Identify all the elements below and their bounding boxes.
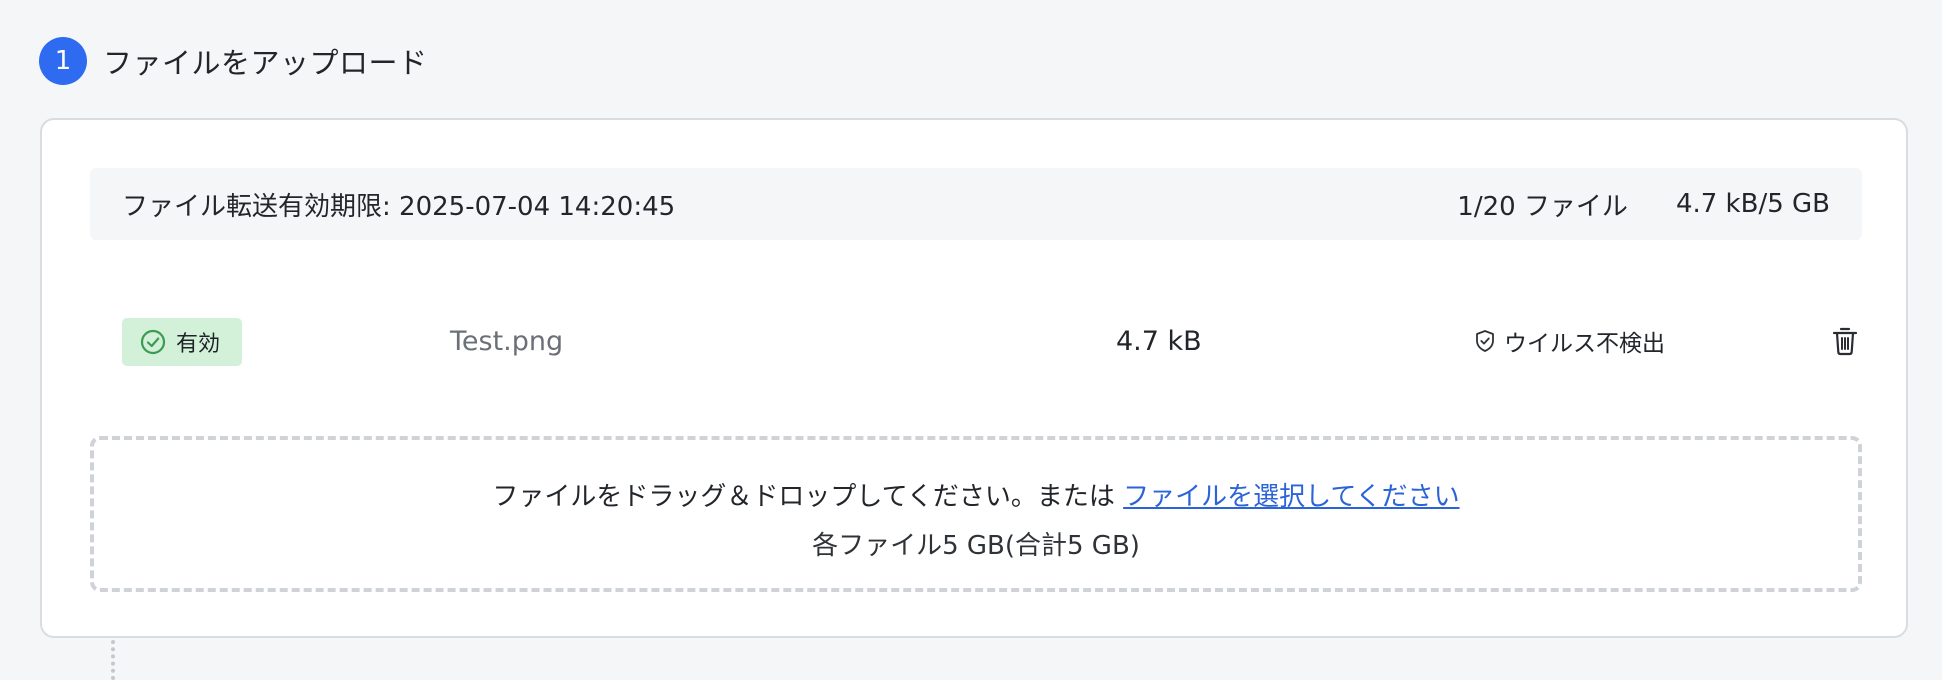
file-row: 有効 Test.png 4.7 kB ウイルス不検出	[90, 298, 1862, 394]
virus-scan-status: ウイルス不検出	[1474, 324, 1665, 358]
virus-scan-label: ウイルス不検出	[1504, 331, 1665, 357]
delete-file-button[interactable]	[1830, 326, 1860, 363]
total-size: 4.7 kB/5 GB	[1675, 189, 1830, 219]
dropzone-instruction-line: ファイルをドラッグ＆ドロップしてください。または ファイルを選択してください	[94, 476, 1858, 513]
dropzone-instruction: ファイルをドラッグ＆ドロップしてください。または	[492, 482, 1124, 512]
shield-check-icon	[1474, 329, 1496, 353]
transfer-info-bar: ファイル転送有効期限: 2025-07-04 14:20:45 1/20 ファイ…	[90, 168, 1862, 240]
file-size-limit: 各ファイル5 GB(合計5 GB)	[812, 531, 1140, 561]
step-connector	[111, 640, 115, 680]
status-badge: 有効	[122, 318, 242, 366]
step-header: 1 ファイルをアップロード	[39, 37, 428, 85]
step-number-badge: 1	[39, 37, 87, 85]
select-file-link[interactable]: ファイルを選択してください	[1123, 482, 1459, 512]
check-circle-icon	[140, 329, 166, 355]
upload-card: ファイル転送有効期限: 2025-07-04 14:20:45 1/20 ファイ…	[40, 118, 1908, 638]
status-label: 有効	[176, 332, 221, 357]
file-count: 1/20 ファイル	[1457, 191, 1628, 222]
upload-page: 1 ファイルをアップロード ファイル転送有効期限: 2025-07-04 14:…	[0, 0, 1942, 680]
transfer-expiry: ファイル転送有効期限: 2025-07-04 14:20:45	[122, 191, 676, 222]
file-dropzone[interactable]: ファイルをドラッグ＆ドロップしてください。または ファイルを選択してください 各…	[90, 436, 1862, 592]
trash-icon	[1832, 326, 1858, 363]
file-size: 4.7 kB	[1116, 326, 1202, 357]
step-title: ファイルをアップロード	[103, 46, 428, 80]
file-name: Test.png	[450, 326, 564, 357]
